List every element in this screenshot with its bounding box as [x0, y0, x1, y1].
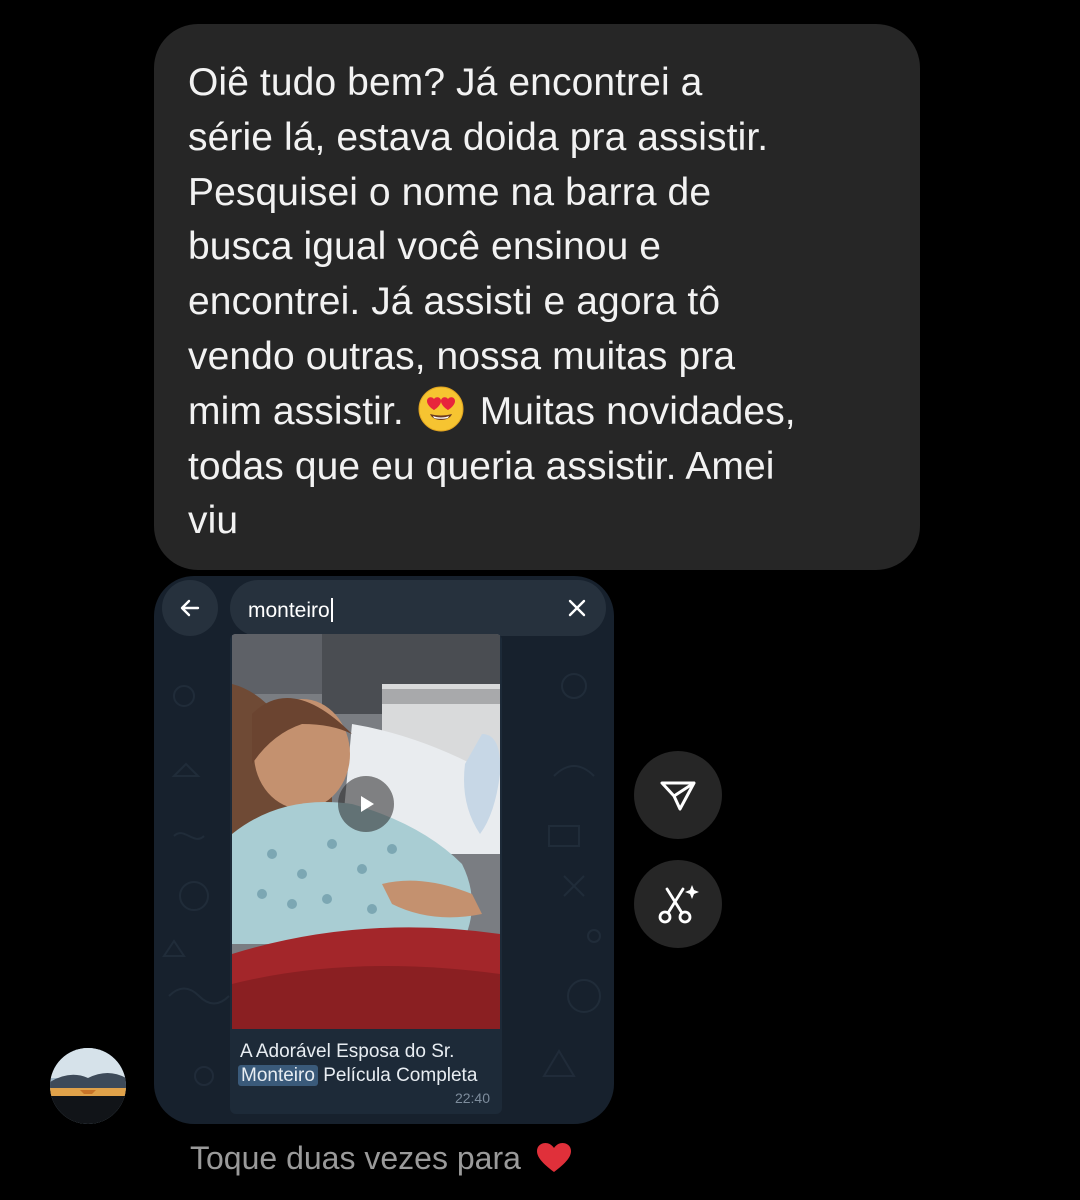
close-icon[interactable]: [566, 597, 588, 619]
scissors-sparkle-icon: [658, 885, 699, 924]
message-timestamp: 22:40: [454, 1090, 490, 1106]
message-line: busca igual você ensinou e: [188, 225, 662, 269]
paper-plane-icon: [660, 781, 696, 811]
search-highlight: Monteiro: [238, 1065, 318, 1086]
share-button[interactable]: [634, 751, 722, 839]
message-line-with-emoji: mim assistir. Muitas novidades,: [188, 385, 890, 440]
red-heart-icon: [536, 1143, 571, 1172]
back-button[interactable]: [162, 580, 218, 636]
message-text: Muitas novidades,: [479, 389, 796, 433]
message-line: todas que eu queria assistir. Amei: [188, 444, 775, 488]
message-line: Oiê tudo bem? Já encontrei a: [188, 61, 703, 104]
message-line: viu: [188, 499, 239, 543]
shared-screenshot[interactable]: monteiro A Adorável Esposa do Sr. Montei…: [154, 576, 614, 1124]
video-caption-rest: Película Completa: [323, 1065, 478, 1086]
ai-edit-button[interactable]: [634, 860, 722, 948]
message-line: encontrei. Já assisti e agora tô: [188, 280, 721, 324]
double-tap-hint-text: Toque duas vezes para: [190, 1140, 521, 1176]
double-tap-hint: Toque duas vezes para: [190, 1138, 572, 1178]
message-bubble[interactable]: Oiê tudo bem? Já encontrei a série lá, e…: [154, 24, 920, 570]
arrow-left-icon: [180, 599, 200, 617]
play-icon: [361, 796, 374, 812]
text-caret: [330, 598, 333, 622]
message-line: vendo outras, nossa muitas pra: [188, 334, 736, 378]
play-button[interactable]: [338, 776, 394, 832]
video-caption-title: A Adorável Esposa do Sr.: [240, 1041, 455, 1062]
video-caption-line: Monteiro Película Completa: [238, 1064, 477, 1088]
avatar-image: [50, 1048, 126, 1124]
message-line: Pesquisei o nome na barra de: [188, 170, 712, 214]
search-bar[interactable]: monteiro: [230, 580, 606, 636]
message-line: série lá, estava doida pra assistir.: [188, 115, 769, 159]
search-input[interactable]: monteiro: [248, 598, 333, 623]
chat-screen: Oiê tudo bem? Já encontrei a série lá, e…: [0, 0, 1080, 1200]
avatar[interactable]: [50, 1048, 126, 1124]
heart-eyes-emoji-icon: [418, 386, 464, 432]
video-message[interactable]: A Adorável Esposa do Sr. Monteiro Pelícu…: [230, 634, 502, 1114]
message-text: mim assistir.: [188, 389, 404, 433]
